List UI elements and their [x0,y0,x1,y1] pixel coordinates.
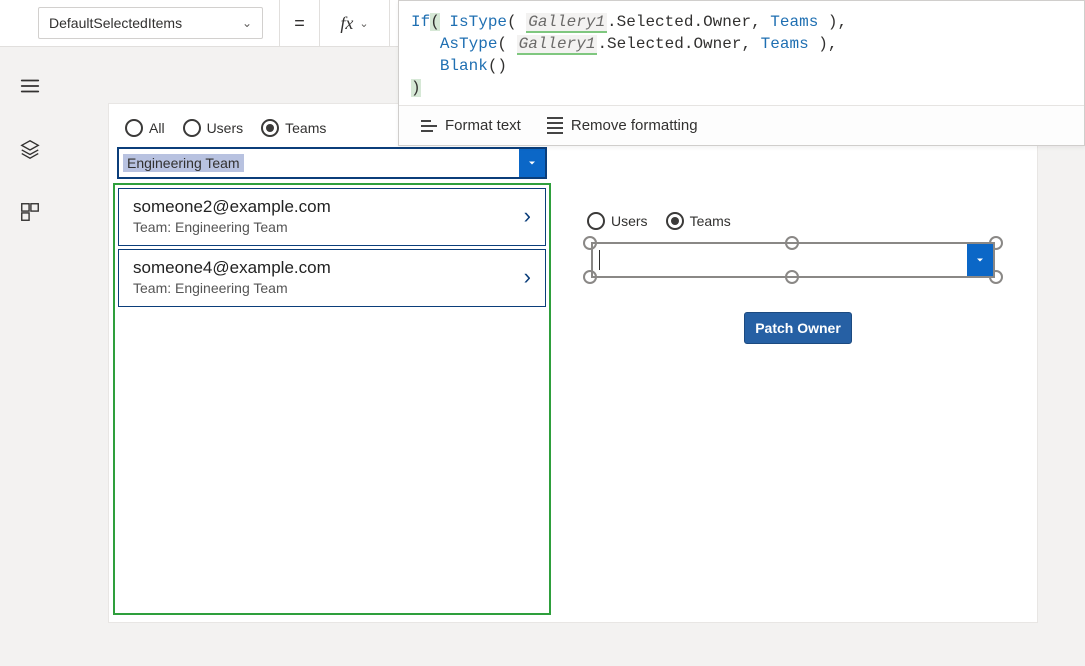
property-dropdown-label: DefaultSelectedItems [49,15,182,31]
radio-label: All [149,120,165,136]
remove-formatting-icon [547,117,563,134]
gallery-item[interactable]: someone2@example.com Team: Engineering T… [118,188,546,246]
hamburger-icon[interactable] [19,75,41,102]
radio-label: Teams [690,213,731,229]
patch-owner-label: Patch Owner [755,320,841,336]
left-panel: All Users Teams Engineering Team someone… [113,111,551,615]
radio-users[interactable]: Users [587,212,648,230]
layers-icon[interactable] [19,138,41,165]
chevron-right-icon: › [524,264,531,290]
left-rail [0,47,60,666]
radio-teams[interactable]: Teams [666,212,731,230]
combobox-chevron-button[interactable] [967,244,993,276]
fx-label: fx [340,13,353,34]
canvas[interactable]: All Users Teams Engineering Team someone… [108,103,1038,623]
chevron-right-icon: › [524,203,531,229]
chevron-down-icon: ⌄ [242,16,252,30]
format-text-button[interactable]: Format text [421,117,521,134]
selected-control-frame [583,242,1003,278]
chevron-down-icon: ⌄ [359,17,368,30]
radio-teams[interactable]: Teams [261,119,326,137]
format-text-icon [421,120,437,132]
gallery-item-subtitle: Team: Engineering Team [133,219,331,235]
gallery-item[interactable]: someone4@example.com Team: Engineering T… [118,249,546,307]
chevron-down-icon [526,157,538,169]
text-cursor [599,250,600,270]
radio-icon [183,119,201,137]
radio-label: Users [207,120,244,136]
equals-label: = [280,0,320,46]
gallery-item-title: someone2@example.com [133,197,331,217]
gallery-item-title: someone4@example.com [133,258,331,278]
property-selector-cell: DefaultSelectedItems ⌄ [0,0,280,46]
radio-icon [125,119,143,137]
combobox-selected-text: Engineering Team [123,154,244,172]
owner-combobox[interactable] [591,242,995,278]
right-radio-group: Users Teams [583,204,1013,240]
right-panel: Users Teams Patch Owner [583,204,1013,344]
radio-icon [587,212,605,230]
radio-icon [666,212,684,230]
fx-button[interactable]: fx ⌄ [320,0,390,46]
gallery[interactable]: someone2@example.com Team: Engineering T… [113,183,551,615]
remove-formatting-label: Remove formatting [571,117,698,134]
team-combobox[interactable]: Engineering Team [117,147,547,179]
components-icon[interactable] [19,201,41,228]
chevron-down-icon [974,254,986,266]
formula-editor[interactable]: If( IsType( Gallery1.Selected.Owner, Tea… [398,0,1085,146]
radio-label: Teams [285,120,326,136]
formula-text[interactable]: If( IsType( Gallery1.Selected.Owner, Tea… [399,1,1084,105]
formula-toolbar: Format text Remove formatting [399,105,1084,145]
combobox-chevron-button[interactable] [519,149,545,177]
property-dropdown[interactable]: DefaultSelectedItems ⌄ [38,7,263,39]
radio-all[interactable]: All [125,119,165,137]
radio-label: Users [611,213,648,229]
radio-users[interactable]: Users [183,119,244,137]
remove-formatting-button[interactable]: Remove formatting [547,117,698,134]
radio-icon [261,119,279,137]
patch-owner-button[interactable]: Patch Owner [744,312,852,344]
format-text-label: Format text [445,117,521,134]
gallery-item-subtitle: Team: Engineering Team [133,280,331,296]
